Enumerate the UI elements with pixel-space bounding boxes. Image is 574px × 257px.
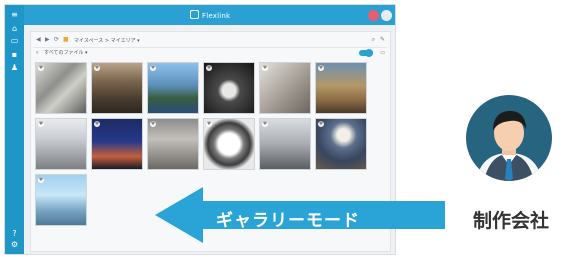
gallery-thumb[interactable]: ♥: [203, 62, 255, 114]
filter-bar: ▿ すべてのファイル ▾ ▭: [34, 49, 387, 59]
gallery-thumb[interactable]: ♥: [91, 62, 143, 114]
gallery-thumb[interactable]: ♥: [203, 118, 255, 170]
heart-icon[interactable]: ♥: [38, 177, 44, 183]
gallery-mode-label: ギャラリーモード: [216, 211, 360, 231]
gallery-thumb[interactable]: ♥: [35, 62, 87, 114]
filter-select[interactable]: すべてのファイル ▾: [44, 49, 88, 57]
gallery-thumb[interactable]: ♥: [259, 62, 311, 114]
gallery-thumb[interactable]: ♥: [147, 118, 199, 170]
heart-icon[interactable]: ♥: [206, 65, 212, 71]
app-title: Flexlink: [202, 12, 231, 20]
gallery-thumb[interactable]: ♥: [35, 174, 87, 226]
filter-icon[interactable]: ▿: [36, 49, 39, 57]
menu-icon[interactable]: ≡: [10, 11, 19, 19]
breadcrumb[interactable]: マイスペース > マイエリア ▾: [74, 37, 140, 45]
gallery-thumb[interactable]: ♥: [315, 118, 367, 170]
top-bar: Flexlink: [24, 5, 395, 25]
heart-icon[interactable]: ♥: [262, 121, 268, 127]
heart-icon[interactable]: ♥: [94, 65, 100, 71]
view-toggle[interactable]: [359, 49, 373, 57]
user-icon[interactable]: ♟: [10, 64, 19, 72]
heart-icon[interactable]: ♥: [318, 121, 324, 127]
heart-icon[interactable]: ♥: [318, 65, 324, 71]
chat-icon[interactable]: ▪: [10, 51, 19, 59]
gallery-thumb[interactable]: ♥: [35, 118, 87, 170]
help-icon[interactable]: ?: [10, 230, 19, 238]
print-icon[interactable]: ▭: [380, 49, 385, 57]
folder-icon: ■: [63, 36, 69, 43]
gallery-thumb[interactable]: ♥: [315, 62, 367, 114]
reload-icon[interactable]: ⟳: [54, 36, 59, 44]
edit-icon[interactable]: ✎: [380, 36, 385, 44]
address-bar: ◀ ▶ ⟳ ■ マイスペース > マイエリア ▾ ⌕ ✎: [34, 35, 387, 48]
gallery-thumb[interactable]: ♥: [259, 118, 311, 170]
heart-icon[interactable]: ♥: [94, 121, 100, 127]
sidebar: ≡ ⌂ ▭ ▪ ♟ ? ⚙: [5, 5, 24, 254]
heart-icon[interactable]: ♥: [150, 121, 156, 127]
heart-icon[interactable]: ♥: [206, 121, 212, 127]
back-icon[interactable]: ◀: [36, 36, 41, 44]
forward-icon[interactable]: ▶: [45, 36, 50, 44]
heart-icon[interactable]: ♥: [150, 65, 156, 71]
notification-badge[interactable]: [368, 10, 379, 21]
app-brand: Flexlink: [190, 10, 230, 20]
search-icon[interactable]: ⌕: [372, 36, 375, 44]
account-avatar[interactable]: [381, 10, 392, 21]
heart-icon[interactable]: ♥: [262, 65, 268, 71]
logo-icon: [190, 10, 199, 19]
person-avatar: [466, 95, 552, 181]
settings-icon[interactable]: ⚙: [10, 241, 19, 249]
heart-icon[interactable]: ♥: [38, 121, 44, 127]
role-label: 制作会社: [472, 210, 549, 232]
gallery-thumb[interactable]: ♥: [91, 118, 143, 170]
folder-icon[interactable]: ▭: [10, 37, 19, 45]
heart-icon[interactable]: ♥: [38, 65, 44, 71]
home-icon[interactable]: ⌂: [10, 25, 19, 33]
person-icon: [476, 111, 542, 181]
gallery-thumb[interactable]: ♥: [147, 62, 199, 114]
